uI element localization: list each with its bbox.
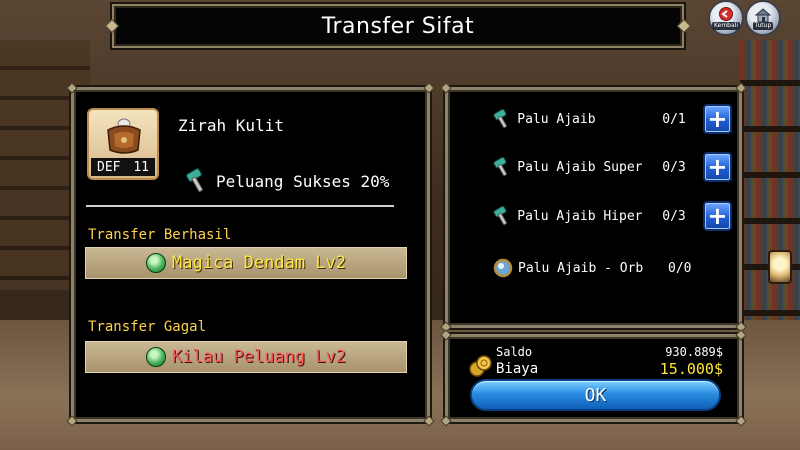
divider [86,205,394,207]
close-button-label: Tutup [752,21,774,30]
material-count: 0/3 [662,159,686,175]
coins-icon [469,355,492,377]
green-orb-icon [146,347,166,367]
transfer-fail-result[interactable]: Kilau Peluang Lv2 [85,341,407,373]
back-button-label: Kembali [712,21,740,30]
transfer-fail-label: Transfer Gagal [88,319,207,335]
material-row: Palu Ajaib Hiper 0/3 + [492,201,732,231]
back-icon [719,6,733,21]
stat-value: 11 [133,159,149,175]
hammer-icon [186,168,203,193]
cost-label: Biaya [496,361,539,377]
success-chance-text: Peluang Sukses 20% [216,171,390,191]
hammer-icon [493,205,507,226]
lamp [768,250,792,284]
item-stat: DEF 11 [91,158,155,176]
plus-icon: + [707,105,728,133]
add-material-button[interactable]: + [702,104,732,134]
material-count: 0/1 [662,111,686,127]
item-card[interactable]: DEF 11 [87,108,159,180]
material-name: Palu Ajaib Hiper [517,208,643,224]
plus-icon: + [707,153,728,181]
success-chance: Peluang Sukses 20% [184,168,389,194]
home-icon [754,7,772,22]
material-row: Palu Ajaib - Orb 0/0 [492,253,732,283]
add-material-button[interactable]: + [702,152,732,182]
add-material-button[interactable]: + [702,201,732,231]
transfer-success-label: Transfer Berhasil [88,227,232,243]
leather-armor-icon [107,118,141,154]
plus-icon: + [707,202,728,230]
materials-panel: Palu Ajaib 0/1 + Palu Ajaib Super 0/3 + … [440,82,747,333]
close-button[interactable]: Tutup [745,0,781,36]
cost-value: 15.000$ [659,360,723,378]
stat-label: DEF [97,159,121,175]
hammer-icon [493,156,507,177]
balance-label: Saldo [496,345,533,359]
transfer-success-result[interactable]: Magica Dendam Lv2 [85,247,407,279]
material-name: Palu Ajaib - Orb [518,260,644,276]
balance-value: 930.889$ [665,345,723,359]
cost-panel: Saldo 930.889$ Biaya 15.000$ OK [440,329,747,427]
material-count: 0/3 [662,208,686,224]
material-row: Palu Ajaib 0/1 + [492,104,732,134]
success-result-text: Magica Dendam Lv2 [172,253,346,273]
title-bar: Transfer Sifat [104,4,692,48]
green-orb-icon [146,253,166,273]
back-button[interactable]: Kembali [708,0,744,36]
material-name: Palu Ajaib Super [517,159,643,175]
material-count: 0/0 [668,260,692,276]
item-name: Zirah Kulit [178,116,284,135]
hammer-icon [493,108,507,129]
ok-button[interactable]: OK [470,379,721,411]
material-name: Palu Ajaib [517,111,596,127]
material-row: Palu Ajaib Super 0/3 + [492,152,732,182]
orb-icon [493,258,513,278]
fail-result-text: Kilau Peluang Lv2 [172,347,346,367]
page-title: Transfer Sifat [321,13,475,39]
item-panel: DEF 11 Zirah Kulit Peluang Sukses 20% Tr… [66,82,435,427]
